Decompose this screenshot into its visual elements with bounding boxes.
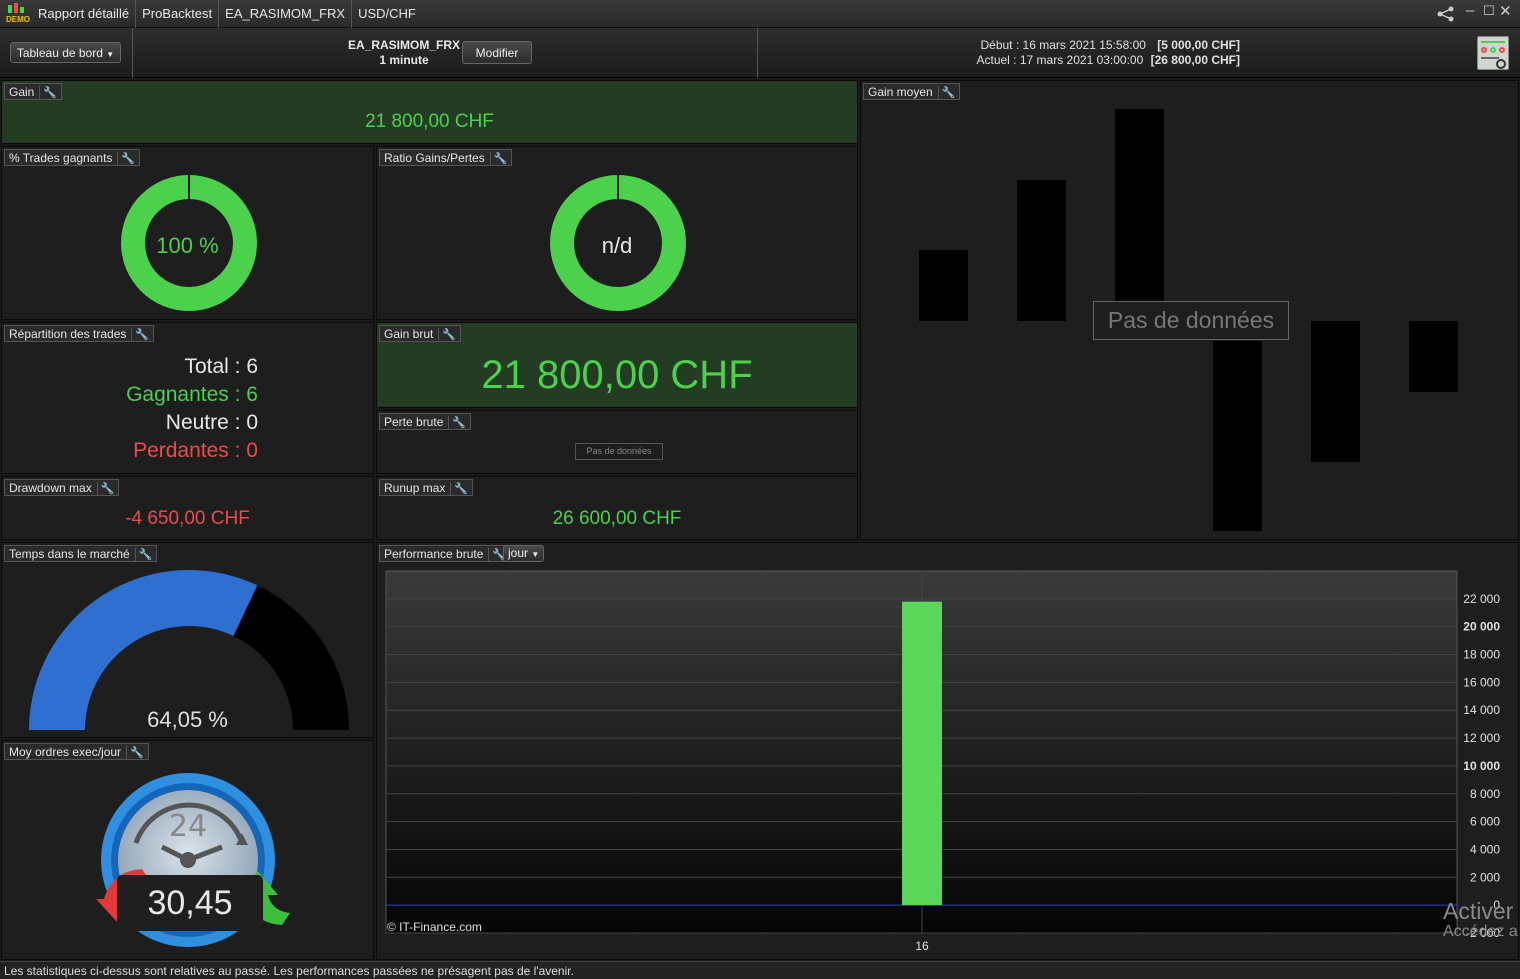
gross-loss-no-data: Pas de données (575, 443, 663, 460)
total-trades: Total : 6 (184, 355, 258, 378)
disclaimer-footer: Les statistiques ci-dessus sont relative… (0, 961, 1520, 979)
gain-panel: Gain 🔧 21 800,00 CHF (1, 80, 858, 144)
win-rate-value: 100 % (156, 233, 219, 258)
gain-title: Gain 🔧 (4, 83, 63, 100)
drawdown-value: -4 650,00 CHF (125, 508, 250, 529)
current-capital: [26 800,00 CHF] (1150, 53, 1240, 67)
demo-badge: DEMO (6, 14, 30, 24)
avg-gain-title: Gain moyen 🔧 (863, 83, 961, 100)
drawdown-panel: Drawdown max 🔧 -4 650,00 CHF (1, 476, 374, 540)
current-info: Actuel : 17 mars 2021 03:00:00 [26 800,0… (976, 53, 1240, 67)
placeholder-bar (919, 250, 968, 321)
title-bar: DEMO Rapport détaillé ProBacktest EA_RAS… (0, 0, 1520, 28)
placeholder-bar (1017, 180, 1066, 321)
performance-bar[interactable] (902, 601, 942, 906)
copyright: © IT-Finance.com (387, 920, 482, 934)
placeholder-bar (1311, 321, 1360, 462)
dashboard-settings-icon[interactable] (1477, 36, 1509, 70)
clock-label: 24 (169, 809, 207, 844)
dashboard-dropdown[interactable]: Tableau de bord ▼ (10, 42, 121, 63)
wrench-icon[interactable]: 🔧 (131, 327, 149, 341)
modify-button[interactable]: Modifier (462, 41, 532, 64)
placeholder-bar (1213, 341, 1262, 531)
distribution-panel: Répartition des trades 🔧 Total : 6 Gagnan… (1, 322, 374, 474)
performance-chart: 22 000 20 000 18 000 16 000 14 000 12 000 10 0… (385, 570, 1500, 953)
prorealtime-logo-icon: DEMO (6, 2, 32, 25)
y-tick-label: 10 000 (1463, 759, 1500, 773)
gain-value: 21 800,00 CHF (365, 111, 494, 132)
gross-gain-value: 21 800,00 CHF (481, 353, 753, 397)
crumb-instrument[interactable]: USD/CHF (352, 0, 422, 28)
y-tick-label: 14 000 (1463, 703, 1500, 717)
market-time-panel: Temps dans le marché 🔧 64,05 % (1, 542, 374, 738)
orders-title: Moy ordres exec/jour 🔧 (4, 743, 149, 760)
share-icon[interactable] (1437, 6, 1455, 22)
wrench-icon[interactable]: 🔧 (117, 151, 135, 165)
win-rate-title: % Trades gagnants 🔧 (4, 149, 141, 166)
runup-title: Runup max 🔧 (379, 479, 474, 496)
wrench-icon[interactable]: 🔧 (126, 745, 144, 759)
performance-panel: Performance brute 🔧 jour ▼ 22 000 20 000 18… (376, 542, 1519, 960)
gross-gain-panel: Gain brut 🔧 21 800,00 CHF (376, 322, 858, 408)
ratio-value: n/d (601, 233, 633, 258)
report-header: Tableau de bord ▼ EA_RASIMOM_FRX 1 minut… (0, 28, 1520, 78)
win-rate-panel: % Trades gagnants 🔧 100 % (1, 146, 374, 320)
drawdown-title: Drawdown max 🔧 (4, 479, 120, 496)
y-tick-label: 12 000 (1463, 731, 1500, 745)
start-info: Début : 16 mars 2021 15:58:00 [5 000,00 … (980, 38, 1240, 52)
neutral-trades: Neutre : 0 (165, 411, 258, 434)
gross-loss-panel: Perte brute 🔧 Pas de données (376, 410, 858, 474)
close-icon[interactable]: ✕ (1499, 2, 1512, 20)
wrench-icon[interactable]: 🔧 (448, 415, 466, 429)
gross-gain-title: Gain brut 🔧 (379, 325, 462, 342)
avg-gain-panel: Gain moyen 🔧 Pas de données (860, 80, 1519, 540)
wrench-icon[interactable]: 🔧 (39, 85, 57, 99)
gross-loss-title: Perte brute 🔧 (379, 413, 472, 430)
runup-value: 26 600,00 CHF (552, 508, 682, 529)
crumb-detailed-report[interactable]: Rapport détaillé (32, 0, 137, 28)
placeholder-bar (1409, 321, 1458, 392)
losing-trades: Perdantes : 0 (133, 439, 258, 462)
wrench-icon[interactable]: 🔧 (438, 327, 456, 341)
crumb-probacktest[interactable]: ProBacktest (136, 0, 220, 28)
activation-watermark: Activer Accédez a (1443, 898, 1518, 940)
minimize-icon[interactable]: – (1466, 2, 1474, 19)
market-time-value: 64,05 % (147, 707, 228, 732)
gauge-fill (29, 570, 258, 730)
avg-gain-no-data: Pas de données (1093, 301, 1289, 340)
maximize-icon[interactable]: ☐ (1483, 3, 1495, 19)
x-tick-label: 16 (915, 939, 929, 953)
y-tick-label: 6 000 (1470, 815, 1500, 829)
wrench-icon[interactable]: 🔧 (489, 151, 507, 165)
wrench-icon[interactable]: 🔧 (937, 85, 955, 99)
ratio-panel: Ratio Gains/Pertes 🔧 n/d (376, 146, 858, 320)
crumb-strategy[interactable]: EA_RASIMOM_FRX (219, 0, 353, 28)
y-tick-label: 20 000 (1463, 620, 1500, 634)
orders-value: 30,45 (117, 875, 263, 931)
winning-trades: Gagnantes : 6 (126, 383, 258, 406)
chevron-down-icon: ▼ (106, 49, 115, 59)
wrench-icon[interactable]: 🔧 (450, 481, 468, 495)
y-tick-label: 22 000 (1463, 592, 1500, 606)
placeholder-bar (1115, 109, 1164, 321)
y-tick-label: 16 000 (1463, 675, 1500, 689)
wrench-icon[interactable]: 🔧 (96, 481, 114, 495)
y-tick-label: 2 000 (1470, 870, 1500, 884)
distribution-title: Répartition des trades 🔧 (4, 325, 155, 342)
timeframe: 1 minute (379, 53, 429, 67)
start-capital: [5 000,00 CHF] (1157, 38, 1240, 52)
runup-panel: Runup max 🔧 26 600,00 CHF (376, 476, 858, 540)
y-tick-label: 4 000 (1470, 842, 1500, 856)
y-tick-label: 18 000 (1463, 648, 1500, 662)
strategy-name: EA_RASIMOM_FRX (347, 38, 460, 52)
dashboard-label: Tableau de bord (16, 45, 103, 60)
orders-panel: Moy ordres exec/jour 🔧 24 30,45 (1, 740, 374, 960)
y-tick-label: 8 000 (1470, 787, 1500, 801)
ratio-title: Ratio Gains/Pertes 🔧 (379, 149, 513, 166)
